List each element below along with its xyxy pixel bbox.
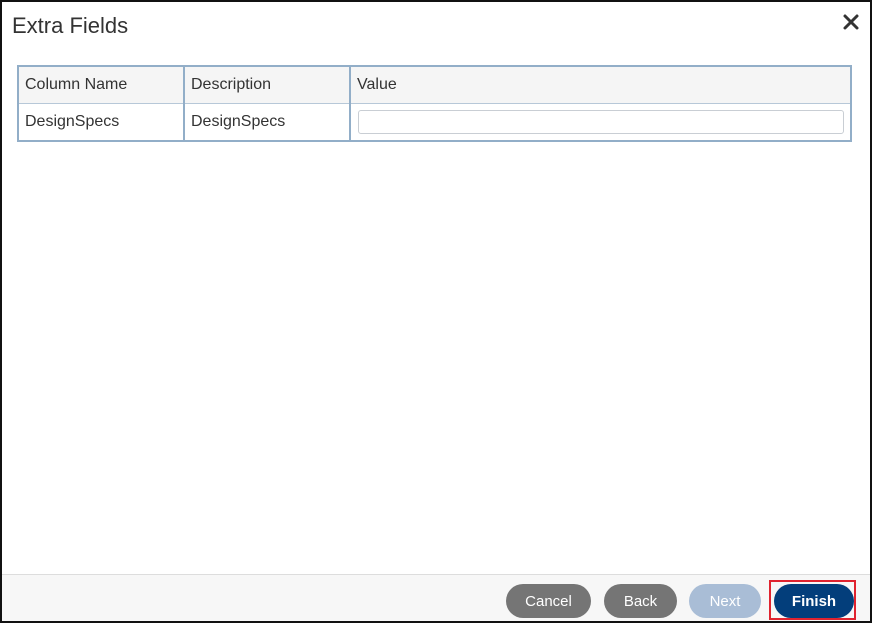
- grid-header-row: Column Name Description Value: [18, 66, 851, 104]
- value-cell: [349, 103, 851, 141]
- cancel-button[interactable]: Cancel: [506, 584, 591, 618]
- back-button[interactable]: Back: [604, 584, 677, 618]
- column-name-header[interactable]: Column Name: [18, 66, 184, 104]
- column-name-cell: DesignSpecs: [18, 103, 184, 141]
- extra-fields-dialog: Extra Fields Column Name Description Val…: [0, 0, 872, 623]
- finish-button[interactable]: Finish: [774, 584, 854, 618]
- table-row: DesignSpecs DesignSpecs: [18, 103, 851, 141]
- value-input[interactable]: [358, 110, 844, 134]
- extra-fields-grid: Column Name Description Value DesignSpec…: [17, 65, 852, 142]
- description-cell: DesignSpecs: [183, 103, 350, 141]
- value-header[interactable]: Value: [349, 66, 851, 104]
- close-icon[interactable]: [842, 12, 860, 32]
- dialog-footer: Cancel Back Next Finish: [2, 574, 870, 621]
- dialog-title: Extra Fields: [12, 13, 129, 38]
- next-button[interactable]: Next: [689, 584, 761, 618]
- description-header[interactable]: Description: [183, 66, 350, 104]
